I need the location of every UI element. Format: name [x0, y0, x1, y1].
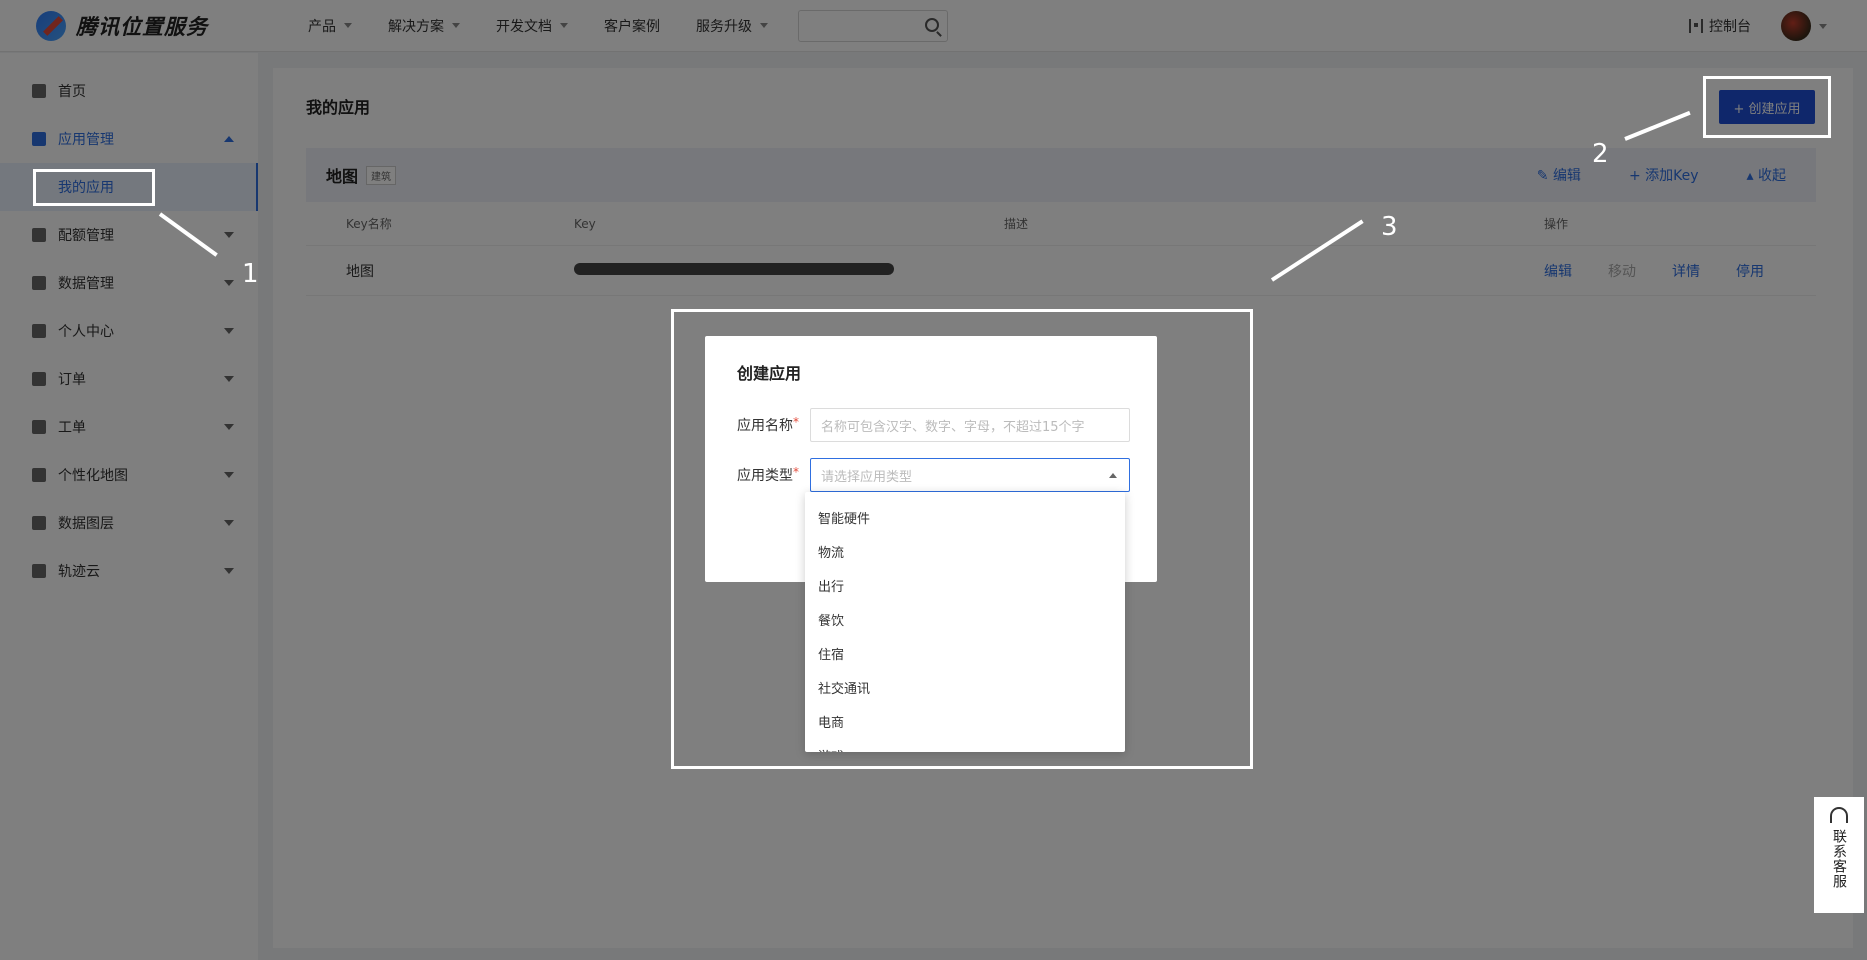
- dropdown-option[interactable]: 出行: [805, 568, 1125, 602]
- app-name-input[interactable]: 名称可包含汉字、数字、字母，不超过15个字: [810, 408, 1130, 442]
- dropdown-option[interactable]: 餐饮: [805, 602, 1125, 636]
- dropdown-option[interactable]: 社交通讯: [805, 670, 1125, 704]
- annotation-highlight-create-button: [1703, 76, 1831, 138]
- modal-title: 创建应用: [737, 364, 802, 383]
- dropdown-option[interactable]: 物流: [805, 534, 1125, 568]
- dropdown-option[interactable]: 住宿: [805, 636, 1125, 670]
- app-name-label: 应用名称*: [737, 415, 799, 434]
- headset-icon: [1830, 807, 1848, 823]
- app-type-select[interactable]: 请选择应用类型: [810, 458, 1130, 492]
- dropdown-option[interactable]: 电商: [805, 704, 1125, 738]
- chevron-up-icon: [1109, 473, 1117, 478]
- dropdown-option[interactable]: 游戏: [805, 738, 1125, 752]
- customer-service-button[interactable]: 联系客服: [1814, 797, 1864, 913]
- app-name-row: 应用名称* 名称可包含汉字、数字、字母，不超过15个字: [737, 408, 1130, 442]
- app-type-row: 应用类型* 请选择应用类型: [737, 458, 1130, 492]
- annotation-label-3: 3: [1381, 212, 1398, 242]
- app-type-dropdown: 智能硬件 物流 出行 餐饮 住宿 社交通讯 电商 游戏: [805, 492, 1125, 752]
- dropdown-option[interactable]: 智能硬件: [805, 500, 1125, 534]
- annotation-highlight-my-apps: [33, 169, 155, 206]
- annotation-label-1: 1: [242, 259, 259, 289]
- app-type-label: 应用类型*: [737, 465, 799, 484]
- annotation-label-2: 2: [1592, 139, 1609, 169]
